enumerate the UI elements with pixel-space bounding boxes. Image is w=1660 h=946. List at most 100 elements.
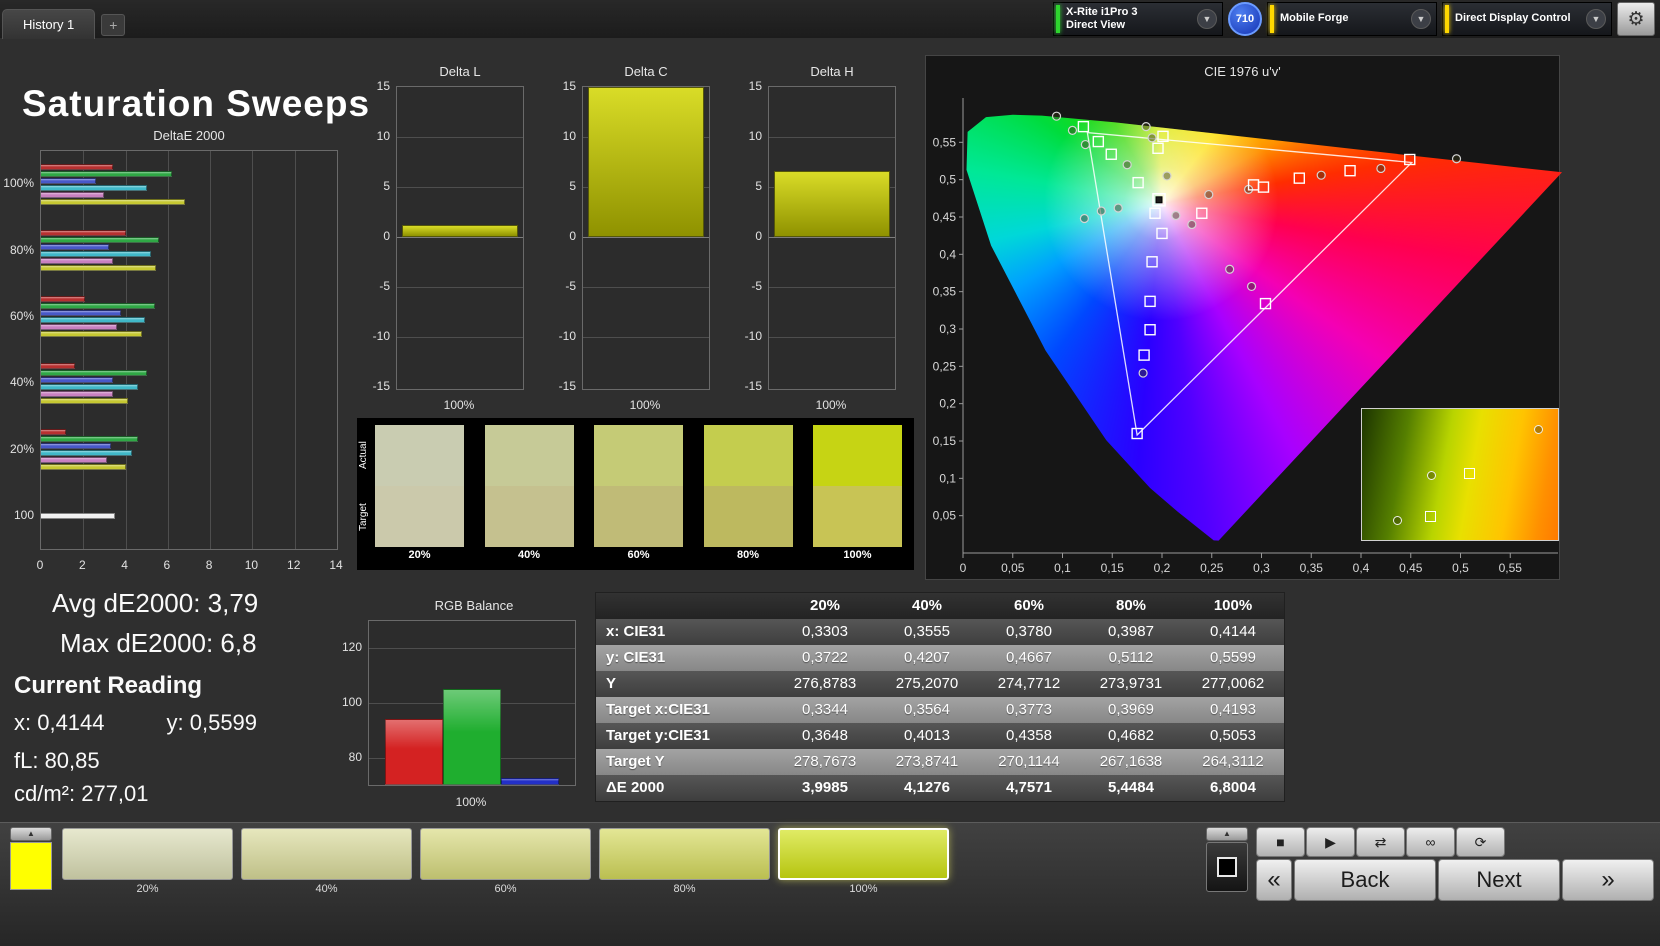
table-column-header: 20% xyxy=(809,597,841,614)
patch-swatch-face xyxy=(778,828,949,880)
deltae-chart-title: DeltaE 2000 xyxy=(153,128,225,143)
next-button[interactable]: Next xyxy=(1438,859,1560,901)
patch-swatch-button[interactable]: 100% xyxy=(778,828,949,895)
actual-target-swatch-strip: Actual Target 20% 40% 60% 80% 100% xyxy=(357,418,914,570)
display-control-label: Direct Display Control xyxy=(1455,12,1571,25)
display-control-selector[interactable]: Direct Display Control ▼ xyxy=(1442,2,1612,36)
deltae-bar xyxy=(41,376,113,383)
refresh-button[interactable]: ⟳ xyxy=(1456,827,1505,857)
measured-point xyxy=(1376,163,1386,174)
table-cell: 0,3303 xyxy=(802,623,848,640)
y-tick-label: 5 xyxy=(755,179,762,193)
settings-button[interactable]: ⚙ xyxy=(1617,2,1655,36)
table-cell: 267,1638 xyxy=(1099,753,1163,770)
y-tick-label: -5 xyxy=(379,279,390,293)
back-button[interactable]: Back xyxy=(1294,859,1436,901)
history-tab[interactable]: History 1 xyxy=(2,8,96,39)
patch-count-badge[interactable]: 710 xyxy=(1228,2,1262,36)
measure-series-button[interactable]: ⇄ xyxy=(1356,827,1405,857)
chevron-down-icon[interactable]: ▼ xyxy=(1411,9,1431,29)
meter-selector[interactable]: X-Rite i1Pro 3 Direct View ▼ xyxy=(1053,2,1223,36)
last-page-button[interactable]: » xyxy=(1562,859,1654,901)
delta-chart-title: Delta L xyxy=(439,64,481,79)
y-tick-label: 0 xyxy=(755,229,762,243)
patch-swatch-button[interactable]: 20% xyxy=(62,828,233,895)
table-cell: 0,4013 xyxy=(904,727,950,744)
deltae-bar xyxy=(41,251,151,257)
expand-right-panel-button[interactable]: ▲ xyxy=(1206,827,1248,841)
y-tick-label: 80 xyxy=(348,749,362,764)
delta-x-label: 100% xyxy=(815,398,847,412)
target-swatch xyxy=(594,486,683,547)
delta-chart: Delta L 15 10 5 0 -5 -10 -15 100% xyxy=(372,64,524,416)
delta-chart-title: Delta C xyxy=(624,64,668,79)
y-tick-label: 0 xyxy=(569,229,576,243)
group-label: 100 xyxy=(13,507,34,522)
target-point xyxy=(1156,227,1168,240)
y-tick-label: 0,4 xyxy=(939,247,956,261)
y-tick-label: -10 xyxy=(744,329,762,343)
target-point xyxy=(1146,256,1158,268)
chevron-down-icon[interactable]: ▼ xyxy=(1197,9,1217,29)
device-bar: X-Rite i1Pro 3 Direct View ▼ 710 Mobile … xyxy=(1053,2,1660,36)
measured-point xyxy=(1079,213,1089,224)
chevron-down-icon[interactable]: ▼ xyxy=(1586,9,1606,29)
inset-target-point xyxy=(1463,467,1475,479)
gridline xyxy=(125,151,127,549)
swatch-column-label: 40% xyxy=(517,549,541,561)
x-tick-label: 0,05 xyxy=(1001,561,1025,575)
swatch-column-label: 80% xyxy=(736,549,760,561)
add-tab-button[interactable]: + xyxy=(101,14,126,36)
y-tick-label: 100 xyxy=(341,695,362,709)
table-cell: 5,4484 xyxy=(1108,779,1154,796)
swatch-column-label: 60% xyxy=(627,549,650,561)
patch-swatch-label: 20% xyxy=(136,883,159,895)
table-cell: 278,7673 xyxy=(793,753,857,770)
expand-left-panel-button[interactable]: ▲ xyxy=(10,827,52,841)
deltae-bar xyxy=(41,390,113,397)
source-selector[interactable]: Mobile Forge ▼ xyxy=(1267,2,1437,36)
x-tick-label: 2 xyxy=(78,558,86,572)
table-cell: 276,8783 xyxy=(793,675,857,692)
gridline xyxy=(167,151,169,549)
y-tick-label: 15 xyxy=(376,79,390,93)
target-point xyxy=(1144,295,1156,308)
deltae-plot-area xyxy=(40,150,338,550)
play-button[interactable]: ▶ xyxy=(1306,827,1355,857)
gridline xyxy=(397,137,523,138)
y-tick-label: 0,2 xyxy=(939,397,956,411)
actual-swatch xyxy=(703,425,793,486)
display-control-accent xyxy=(1445,5,1449,33)
table-cell: 273,8741 xyxy=(895,753,959,770)
stop-button[interactable]: ■ xyxy=(1256,827,1305,857)
actual-swatch xyxy=(484,425,574,486)
patch-swatch-button[interactable]: 40% xyxy=(241,828,412,895)
continuous-icon: ∞ xyxy=(1425,834,1436,850)
patch-swatch-button[interactable]: 60% xyxy=(420,828,591,895)
gridline xyxy=(583,337,709,338)
rgb-y-axis: 120 100 80 xyxy=(328,620,366,784)
first-page-button[interactable]: « xyxy=(1256,859,1292,901)
full-field-button[interactable] xyxy=(1206,842,1248,892)
y-tick-label: 5 xyxy=(569,179,576,193)
gear-icon: ⚙ xyxy=(1627,8,1645,30)
table-column-header: 60% xyxy=(1013,597,1045,614)
refresh-icon: ⟳ xyxy=(1474,833,1487,850)
x-tick-label: 0,15 xyxy=(1101,561,1125,575)
gridline xyxy=(210,151,212,549)
deltae-bar xyxy=(41,170,173,177)
continuous-button[interactable]: ∞ xyxy=(1406,827,1455,857)
x-tick-label: 10 xyxy=(244,558,259,572)
delta-plot-area xyxy=(582,86,710,390)
x-tick-label: 4 xyxy=(121,558,128,572)
x-tick-label: 8 xyxy=(205,558,213,572)
table-row-label: y: CIE31 xyxy=(606,649,666,666)
y-tick-label: 15 xyxy=(748,79,762,93)
x-tick-label: 12 xyxy=(287,558,301,572)
deltae-y-axis: 100% 80% 60% 40% 20% 100 xyxy=(3,150,38,550)
rgb-balance-chart: RGB Balance 120 100 80 100% xyxy=(328,598,580,813)
table-column-header: 100% xyxy=(1213,597,1253,614)
measured-point xyxy=(1141,122,1151,132)
patch-swatch-button[interactable]: 80% xyxy=(599,828,770,895)
stop-icon: ■ xyxy=(1276,834,1285,850)
